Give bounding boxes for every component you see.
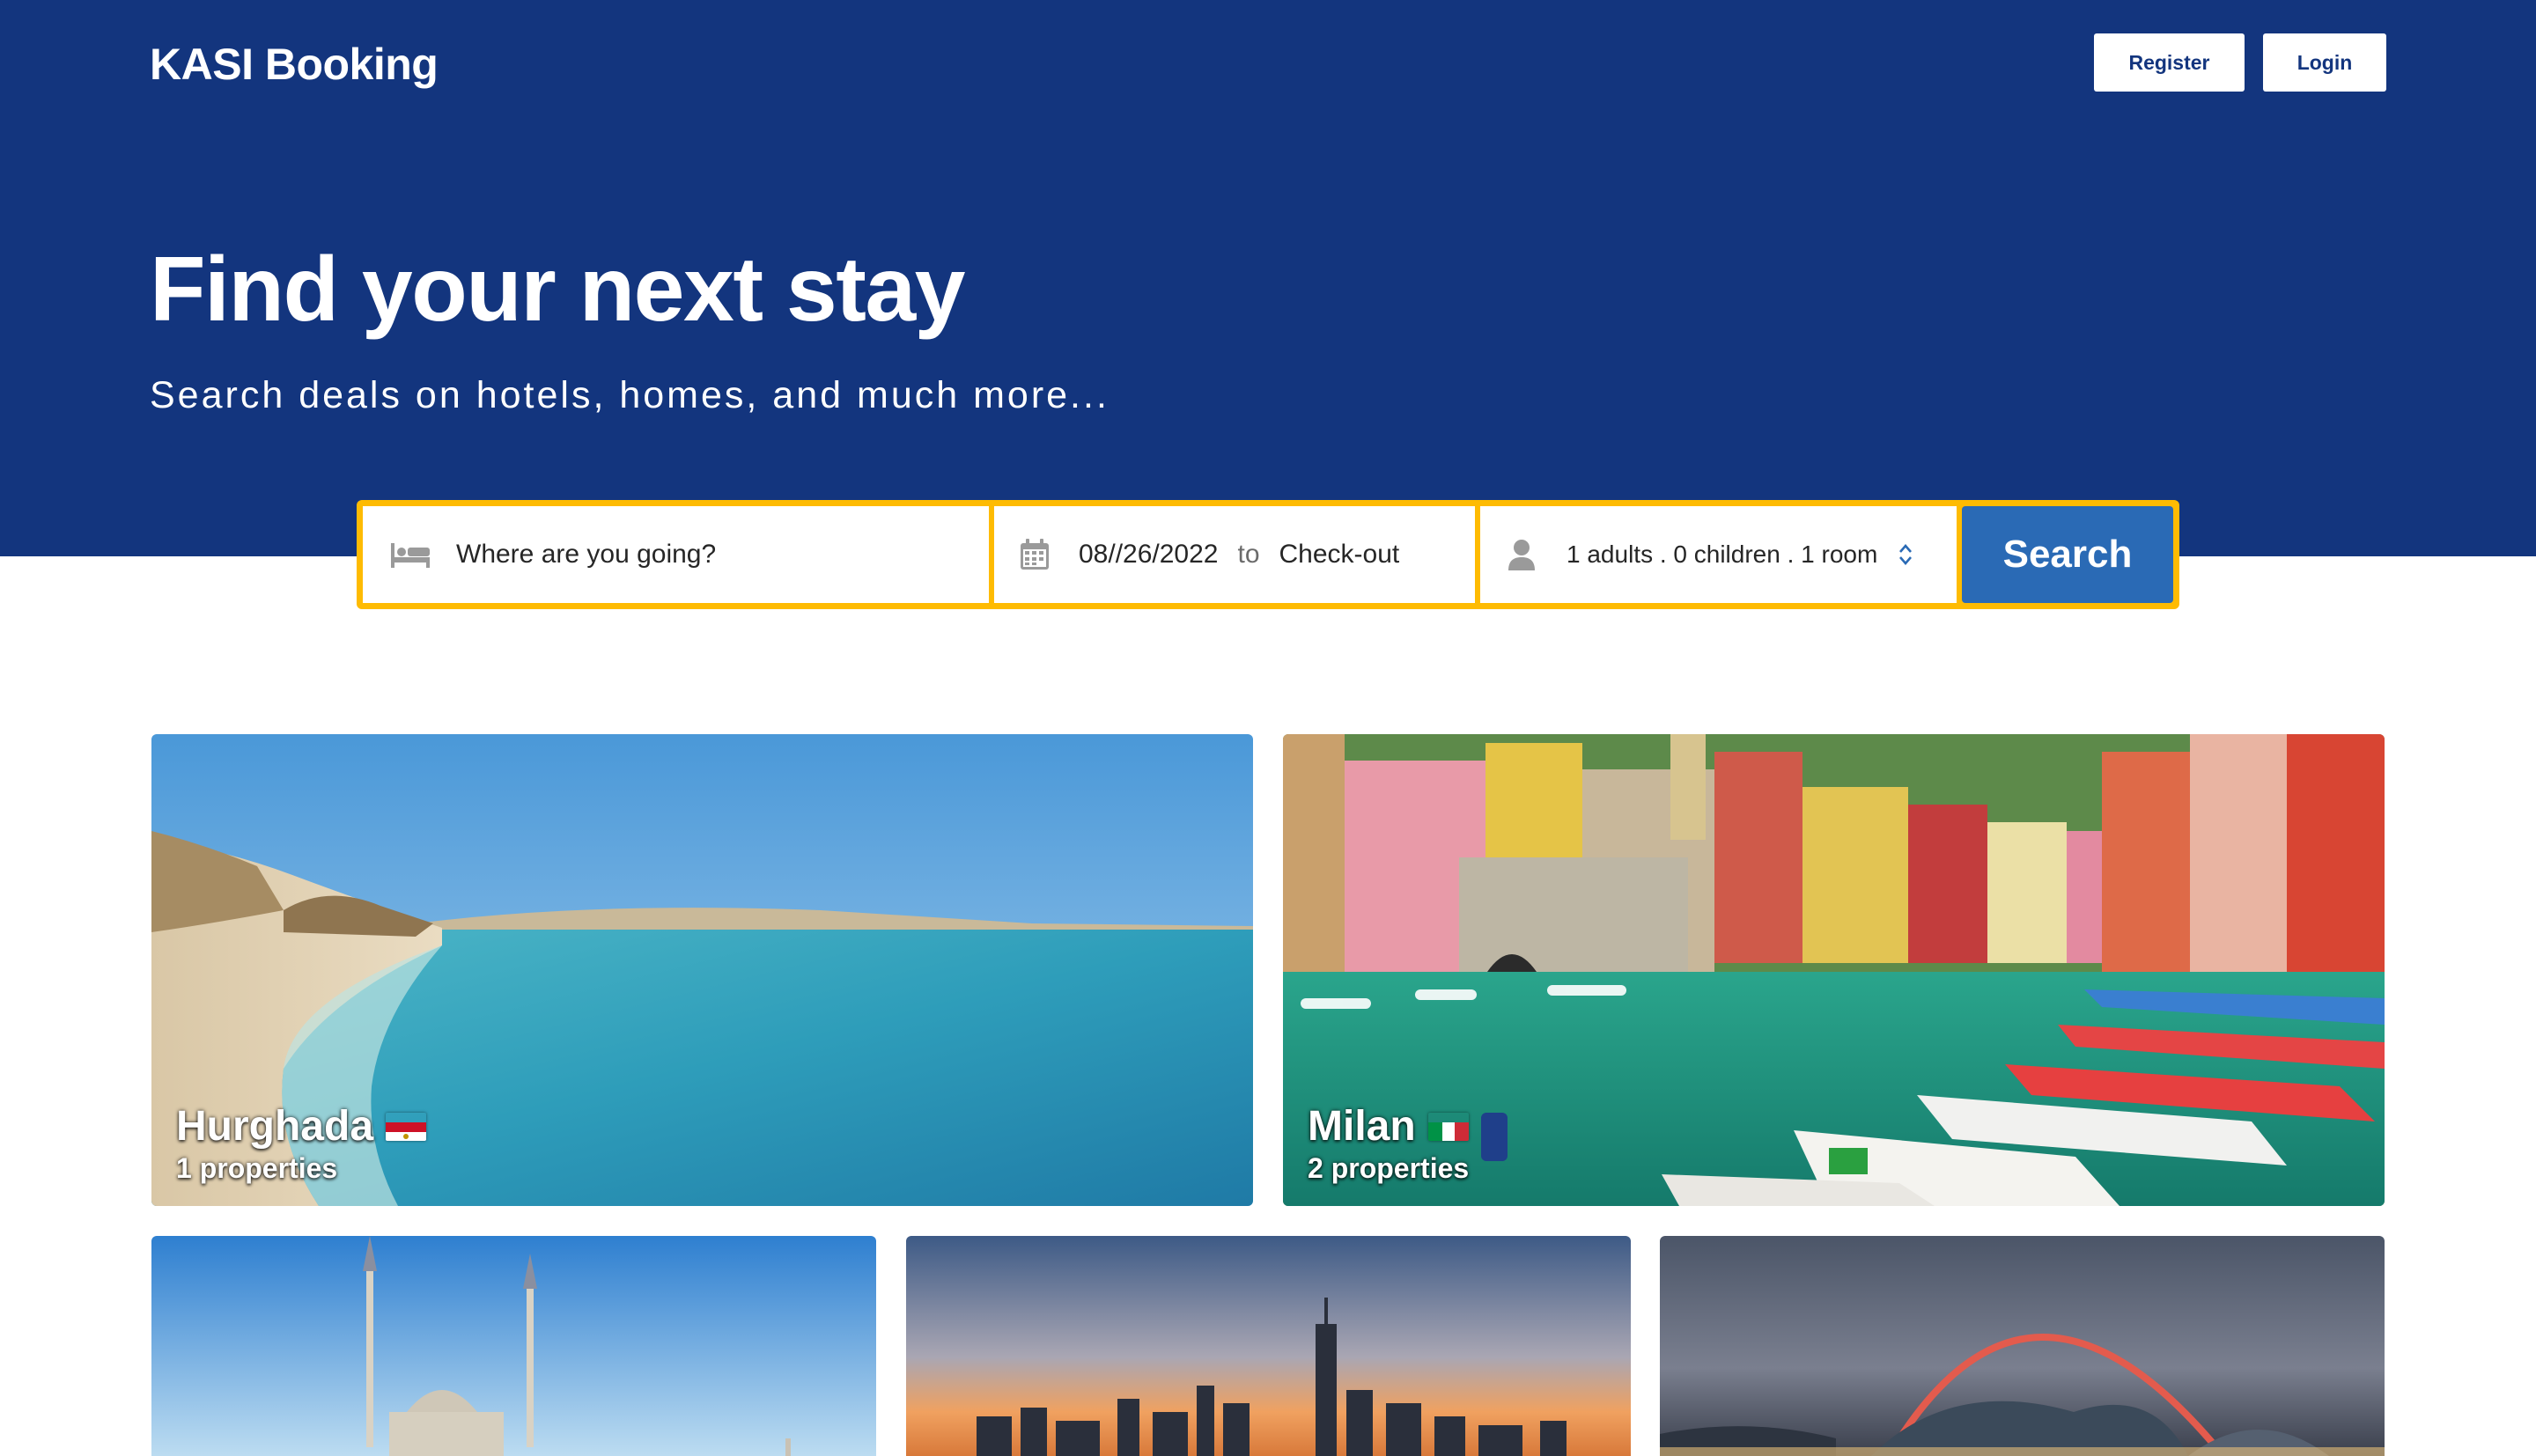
login-button[interactable]: Login: [2263, 33, 2386, 92]
bed-icon: [389, 537, 431, 572]
date-range-field[interactable]: 08//26/2022 to Check-out: [994, 506, 1475, 603]
featured-card-newcastle[interactable]: [1660, 1236, 2385, 1456]
checkout-date[interactable]: Check-out: [1279, 540, 1400, 570]
destination-name: Hurghada: [176, 1103, 374, 1150]
updown-chevron-icon[interactable]: [1897, 540, 1914, 570]
egypt-flag-icon: [386, 1113, 427, 1141]
guests-summary: 1 adults . 0 children . 1 room: [1567, 540, 1878, 568]
italy-flag-icon: [1427, 1113, 1469, 1141]
mosque-photo: [151, 1236, 876, 1456]
featured-card-istanbul[interactable]: [151, 1236, 876, 1456]
destination-name: Milan: [1308, 1103, 1416, 1150]
property-count: 1 properties: [176, 1152, 338, 1184]
property-count: 2 properties: [1308, 1152, 1470, 1184]
featured-card-milan[interactable]: Milan 2 properties: [1283, 734, 2385, 1206]
hero-banner: KASI Booking Register Login Find your ne…: [0, 0, 2536, 556]
date-separator: to: [1237, 540, 1260, 569]
brand-logo[interactable]: KASI Booking: [150, 39, 439, 90]
search-button[interactable]: Search: [1962, 506, 2173, 603]
search-bar: Where are you going? 08//26/2022 to Chec…: [357, 500, 2179, 609]
featured-card-hurghada[interactable]: Hurghada 1 properties: [151, 734, 1253, 1206]
guests-field[interactable]: 1 adults . 0 children . 1 room: [1480, 506, 1957, 603]
checkin-date[interactable]: 08//26/2022: [1079, 540, 1218, 570]
featured-card-new-york[interactable]: [906, 1236, 1631, 1456]
card-caption: Hurghada 1 properties: [176, 1102, 427, 1185]
skyline-photo: [906, 1236, 1631, 1456]
bridge-photo: [1660, 1236, 2385, 1456]
card-caption: Milan 2 properties: [1308, 1102, 1469, 1185]
calendar-icon: [1019, 537, 1051, 572]
register-button[interactable]: Register: [2094, 33, 2245, 92]
destination-field[interactable]: Where are you going?: [363, 506, 989, 603]
person-icon: [1507, 537, 1537, 572]
hero-subtitle: Search deals on hotels, homes, and much …: [150, 374, 1110, 416]
destination-placeholder: Where are you going?: [456, 540, 717, 569]
hero-title: Find your next stay: [150, 239, 966, 341]
